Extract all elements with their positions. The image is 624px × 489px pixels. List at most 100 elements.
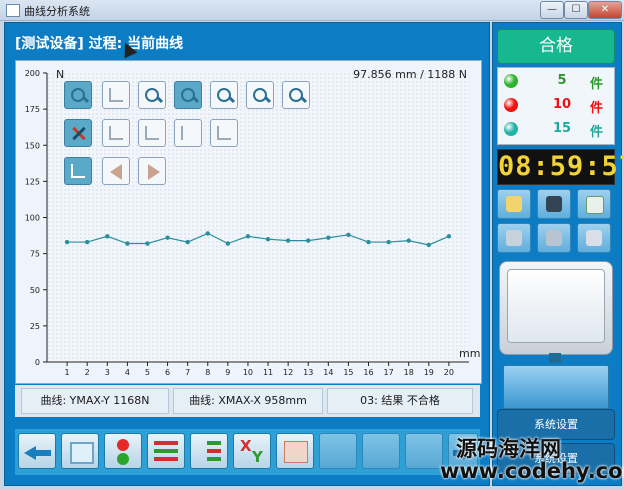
numbered-list-icon[interactable] <box>190 433 228 469</box>
crosshair-icon[interactable] <box>64 119 92 147</box>
sidebar: 合格 5 件 10 件 15 件 08:59:57 系统设置 系统设置 <box>492 22 624 486</box>
data-point <box>64 239 70 245</box>
teal-light-icon <box>504 122 518 136</box>
minimize-button[interactable]: — <box>540 1 564 19</box>
x-tick-label: 19 <box>424 368 434 377</box>
data-point <box>386 239 391 245</box>
count-row-total: 15 件 <box>498 118 614 142</box>
page-title: [测试设备] 过程: 当前曲线 <box>15 33 184 59</box>
list-icon[interactable] <box>147 433 185 469</box>
data-point <box>84 239 90 245</box>
data-point <box>185 239 190 245</box>
zoom-icon[interactable] <box>64 81 92 109</box>
x-tick-label: 3 <box>105 368 110 377</box>
y-tick-label: 150 <box>25 141 40 150</box>
xy-icon[interactable]: X Y <box>233 433 271 469</box>
y-tick-label: 100 <box>25 214 40 223</box>
page-title-text: [测试设备] 过程: 当前曲线 <box>15 36 184 52</box>
curve2-icon[interactable] <box>138 119 166 147</box>
data-point <box>145 241 150 246</box>
arrow-right-icon[interactable] <box>138 157 166 185</box>
x-tick-label: 17 <box>384 368 394 377</box>
camera-icon[interactable] <box>537 189 571 219</box>
data-point <box>245 234 251 239</box>
status-result: 03: 结果 不合格 <box>327 388 473 414</box>
empty-slot-2[interactable] <box>362 433 400 469</box>
usb-icon[interactable] <box>577 223 611 253</box>
data-point <box>205 231 210 236</box>
data-point <box>346 232 351 238</box>
x-tick-label: 13 <box>303 368 313 377</box>
count-value: 15 <box>552 121 572 136</box>
clear-curve-icon[interactable] <box>276 433 314 469</box>
zoom-reset-icon[interactable] <box>210 81 238 109</box>
main-panel: [测试设备] 过程: 当前曲线 0 25 50 75 100 125 150 175 200 1 2… <box>4 22 490 486</box>
x-tick-label: 4 <box>125 368 130 377</box>
bottom-toolbar: X Y <box>15 429 480 475</box>
curve-icon[interactable] <box>102 119 130 147</box>
y-tick-label: 175 <box>25 105 40 114</box>
chart-area[interactable]: 0 25 50 75 100 125 150 175 200 1 2 3 4 5 6 7 8 9 10 11 12 13 1… <box>15 60 482 384</box>
curve-view-icon[interactable] <box>61 433 99 469</box>
data-point <box>326 235 331 240</box>
zoom-y-icon[interactable] <box>282 81 310 109</box>
green-light-icon <box>504 74 518 88</box>
data-point <box>406 238 411 243</box>
traffic-light-icon[interactable] <box>104 433 142 469</box>
data-point <box>105 234 110 239</box>
x-tick-label: 5 <box>145 368 150 377</box>
y-axis-label: N <box>56 68 64 81</box>
recycle-bin-icon[interactable] <box>577 189 611 219</box>
arrow-left-icon[interactable] <box>102 157 130 185</box>
x-tick-label: 20 <box>444 368 454 377</box>
status-ymax: 曲线: YMAX-Y 1168N <box>21 388 169 414</box>
network-icon[interactable] <box>537 223 571 253</box>
y-tick-label: 125 <box>25 177 40 186</box>
empty-slot-3[interactable] <box>405 433 443 469</box>
data-point <box>446 234 452 239</box>
x-tick-label: 2 <box>85 368 90 377</box>
x-tick-label: 15 <box>343 368 353 377</box>
square-icon[interactable] <box>64 157 92 185</box>
count-value: 5 <box>557 73 567 88</box>
count-unit: 件 <box>590 125 604 140</box>
app-window: 曲线分析系统 — ☐ ✕ [测试设备] 过程: 当前曲线 0 25 50 75 100 1… <box>0 0 624 489</box>
data-point <box>285 238 291 243</box>
axis-icon[interactable] <box>102 81 130 109</box>
database-icon[interactable] <box>497 223 531 253</box>
y-tick-label: 0 <box>35 358 40 367</box>
maximize-button[interactable]: ☐ <box>564 1 588 19</box>
data-point <box>306 238 311 243</box>
y-tick-label: 25 <box>30 322 40 331</box>
x-tick-label: 16 <box>363 368 373 377</box>
count-panel: 5 件 10 件 15 件 <box>497 67 615 145</box>
status-xmax: 曲线: XMAX-X 958mm <box>173 388 323 414</box>
close-button[interactable]: ✕ <box>588 1 622 19</box>
y-tick-label: 50 <box>30 286 40 295</box>
y-tick-label: 75 <box>30 250 40 259</box>
red-light-icon <box>504 98 518 112</box>
zoom-out-icon[interactable] <box>138 81 166 109</box>
x-tick-label: 18 <box>404 368 414 377</box>
empty-slot-1[interactable] <box>319 433 357 469</box>
axis2-icon[interactable] <box>210 119 238 147</box>
title-bar: 曲线分析系统 — ☐ ✕ <box>0 0 624 21</box>
zoom-in-icon[interactable] <box>174 81 202 109</box>
count-value: 10 <box>552 97 572 112</box>
zoom-x-icon[interactable] <box>246 81 274 109</box>
y-tick-label: 200 <box>25 69 40 78</box>
window-title: 曲线分析系统 <box>24 5 90 18</box>
line-chart[interactable]: 02550751001251501752001 2 3 4 5 6 7 8 9 10 11 12 13 1… <box>16 61 481 383</box>
data-point <box>165 235 170 240</box>
export-icon[interactable] <box>497 189 531 219</box>
plot-background <box>47 73 469 362</box>
x-tick-label: 9 <box>225 368 230 377</box>
app-icon <box>6 4 20 17</box>
x-tick-label: 12 <box>283 368 293 377</box>
x-tick-label: 7 <box>185 368 190 377</box>
back-arrow-icon[interactable] <box>18 433 56 469</box>
x-tick-label: 11 <box>263 368 273 377</box>
x-tick-label: 14 <box>323 368 333 377</box>
device-illustration <box>499 261 613 411</box>
flag-icon[interactable] <box>174 119 202 147</box>
